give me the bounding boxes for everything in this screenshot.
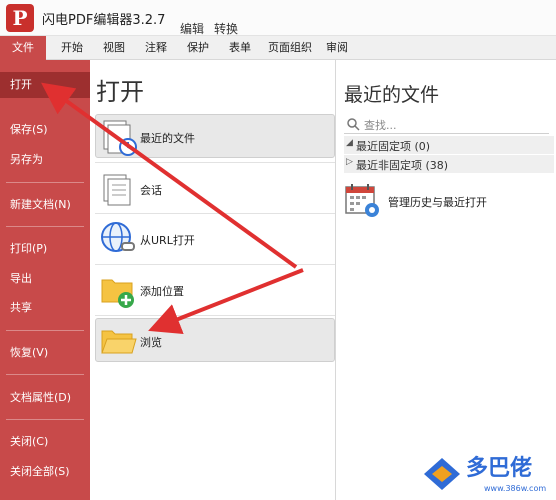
app-title: 闪电PDF编辑器3.2.7 [42,13,166,28]
option-open-from-url[interactable]: 从URL打开 [95,216,335,260]
option-divider [95,264,335,265]
sidebar-item-share[interactable]: 共享 [0,295,90,321]
sidebar-divider [6,226,84,227]
option-label: 最近的文件 [140,132,195,145]
group-pinned-recent[interactable]: ◢ 最近固定项 (0) [344,136,554,154]
option-divider [95,162,335,163]
tab-file[interactable]: 文件 [0,36,46,60]
title-tab-edit[interactable]: 编辑 [180,20,204,37]
manage-history-link[interactable]: 管理历史与最近打开 [388,194,487,210]
group-unpinned-recent[interactable]: ▷ 最近非固定项 (38) [344,155,554,173]
watermark-url: www.386w.com [484,484,547,493]
option-label: 从URL打开 [140,234,195,247]
option-label: 会话 [140,184,162,197]
sidebar-item-close[interactable]: 关闭(C) [0,429,90,455]
group-label: 最近非固定项 (38) [356,159,449,172]
tab-review[interactable]: 审阅 [326,36,348,60]
sidebar-item-restore[interactable]: 恢复(V) [0,340,90,366]
title-bar: P 闪电PDF编辑器3.2.7 编辑 转换 [0,0,556,36]
sidebar-item-save-as[interactable]: 另存为 [0,147,90,173]
option-label: 添加位置 [140,285,184,298]
file-sidebar: 打开 保存(S) 另存为 新建文档(N) 打印(P) 导出 共享 恢复(V) 文… [0,60,90,500]
option-session[interactable]: 会话 [95,166,335,210]
add-folder-icon [101,279,134,308]
calendar-gear-icon[interactable] [344,182,382,220]
option-divider [95,213,335,214]
sidebar-divider [6,419,84,420]
watermark-text: 多巴佬 [466,456,533,481]
tab-form[interactable]: 表单 [229,36,251,60]
tab-view[interactable]: 视图 [103,36,125,60]
tab-page-organize[interactable]: 页面组织 [268,36,312,60]
session-icon [103,174,131,206]
sidebar-item-export[interactable]: 导出 [0,266,90,292]
ribbon-tabs: 文件 开始 视图 注释 保护 表单 页面组织 审阅 [0,36,556,60]
folder-icon [101,330,137,354]
sidebar-divider [6,330,84,331]
recent-files-icon [103,120,137,156]
group-label: 最近固定项 (0) [356,140,431,153]
sidebar-item-new-document[interactable]: 新建文档(N) [0,192,90,218]
page-title: 打开 [96,78,144,106]
option-add-location[interactable]: 添加位置 [95,267,335,311]
sidebar-item-doc-properties[interactable]: 文档属性(D) [0,385,90,411]
watermark-logo-icon [424,458,460,490]
app-logo-icon: P [6,4,34,32]
option-recent-files[interactable]: 最近的文件 [95,114,335,158]
tab-start[interactable]: 开始 [61,36,83,60]
sidebar-item-open[interactable]: 打开 [0,72,90,98]
option-divider [95,315,335,316]
option-browse[interactable]: 浏览 [95,318,335,362]
watermark: 多巴佬 www.386w.com [422,450,556,500]
tab-protect[interactable]: 保护 [187,36,209,60]
sidebar-item-save[interactable]: 保存(S) [0,117,90,143]
open-panel: 打开 最近的文件 会话 从URL打开 添加位置 浏览 [90,60,336,500]
expand-down-icon: ◢ [346,138,353,148]
sidebar-divider [6,182,84,183]
search-icon [347,118,360,131]
title-tab-convert[interactable]: 转换 [214,20,238,37]
tab-comment[interactable]: 注释 [145,36,167,60]
search-placeholder: 查找... [364,119,397,132]
sidebar-item-close-all[interactable]: 关闭全部(S) [0,459,90,485]
sidebar-item-print[interactable]: 打印(P) [0,236,90,262]
search-input[interactable]: 查找... [344,114,549,134]
globe-link-icon [101,222,135,252]
option-label: 浏览 [140,336,162,349]
chevron-right-icon: ▷ [346,157,353,167]
recent-files-panel: 最近的文件 查找... ◢ 最近固定项 (0) ▷ 最近非固定项 (38) 管理… [336,60,556,500]
sidebar-divider [6,374,84,375]
recent-files-title: 最近的文件 [344,84,440,106]
